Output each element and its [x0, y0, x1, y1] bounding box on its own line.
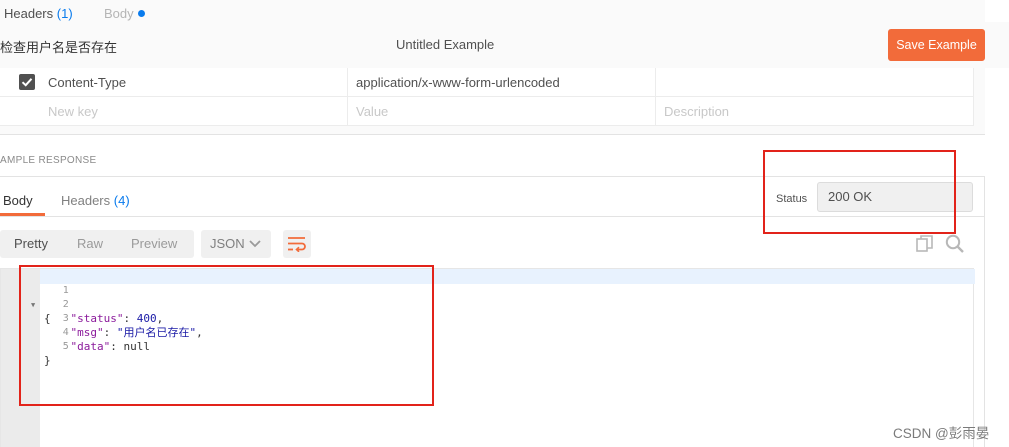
json-value: "用户名已存在"	[116, 326, 197, 339]
modified-dot-icon	[137, 10, 145, 17]
language-select[interactable]: JSON	[201, 230, 271, 258]
preview-button[interactable]: Preview	[131, 230, 177, 258]
sample-response-heading: AMPLE RESPONSE	[0, 155, 97, 166]
checkmark-icon	[21, 78, 33, 87]
header-new-row: New key Value Description	[0, 97, 974, 126]
line-number: 4	[62, 327, 69, 338]
tab-request-body-label: Body	[104, 6, 134, 21]
line-number: 5	[62, 341, 69, 352]
code-line: 5 }	[1, 326, 69, 367]
request-headers-table: Content-Type application/x-www-form-urle…	[0, 68, 985, 135]
tab-request-headers-label: Headers	[4, 6, 54, 21]
request-tabs-strip: Headers (1) Body	[0, 0, 985, 22]
wrap-lines-icon	[288, 237, 306, 252]
new-description-input[interactable]: Description	[656, 97, 974, 126]
line-number: 1	[62, 285, 69, 296]
copy-icon[interactable]	[916, 235, 934, 253]
json-value: 400	[136, 312, 157, 325]
raw-button[interactable]: Raw	[77, 230, 103, 258]
code-line: 3 "msg": "用户名已存在",	[1, 298, 203, 339]
code-text: }	[44, 354, 51, 367]
language-select-value: JSON	[210, 236, 245, 251]
search-icon[interactable]	[945, 234, 965, 254]
json-key: "data"	[70, 340, 111, 353]
code-line: 4 "data": null	[1, 312, 150, 353]
tab-response-body[interactable]: Body	[3, 193, 33, 208]
status-label: Status	[776, 193, 808, 205]
active-line-highlight	[40, 269, 975, 284]
tab-request-body[interactable]: Body	[104, 6, 145, 21]
tab-response-headers-count: (4)	[113, 193, 130, 208]
tab-response-headers-label: Headers	[61, 193, 111, 208]
example-modal-header: 检查用户名是否存在 Untitled Example Save Example	[0, 22, 1009, 68]
tab-response-body-label: Body	[3, 193, 33, 208]
tabs-divider	[0, 216, 985, 217]
tab-request-headers-count: (1)	[56, 6, 73, 21]
code-line: 2 "status": 400,	[1, 284, 164, 325]
json-key: "msg"	[70, 326, 104, 339]
example-title: Untitled Example	[396, 37, 495, 52]
example-name-field[interactable]: 检查用户名是否存在	[0, 37, 117, 56]
json-key: "status"	[70, 312, 124, 325]
header-value-cell[interactable]: application/x-www-form-urlencoded	[348, 68, 656, 97]
sample-response-panel: Body Headers (4) Status 200 OK Pretty Ra…	[0, 176, 985, 447]
tab-response-headers[interactable]: Headers (4)	[61, 193, 130, 208]
json-suffix: ,	[196, 326, 203, 339]
json-suffix: ,	[156, 312, 164, 325]
code-line: 1 ▼ {	[1, 270, 69, 325]
json-value: null	[123, 340, 151, 353]
save-example-button[interactable]: Save Example	[888, 29, 985, 61]
new-key-input[interactable]: New key	[40, 97, 348, 126]
pretty-button[interactable]: Pretty	[14, 230, 48, 258]
response-body-editor[interactable]: 1 ▼ { 2 "status": 400, 3 "msg": "用户名已存在"…	[0, 268, 975, 447]
format-button-group: Pretty Raw Preview	[0, 230, 194, 258]
header-description-cell[interactable]	[656, 68, 974, 97]
watermark: CSDN @彭雨晏	[893, 426, 990, 441]
chevron-down-icon	[249, 240, 261, 248]
header-enabled-checkbox[interactable]	[19, 74, 35, 90]
header-key-cell[interactable]: Content-Type	[40, 68, 348, 97]
tab-request-headers[interactable]: Headers (1)	[4, 6, 73, 21]
line-number: 2	[62, 299, 69, 310]
line-number: 3	[62, 313, 69, 324]
header-row: Content-Type application/x-www-form-urle…	[0, 68, 974, 97]
wrap-lines-button[interactable]	[283, 230, 311, 258]
new-value-input[interactable]: Value	[348, 97, 656, 126]
status-input[interactable]: 200 OK	[817, 182, 973, 212]
